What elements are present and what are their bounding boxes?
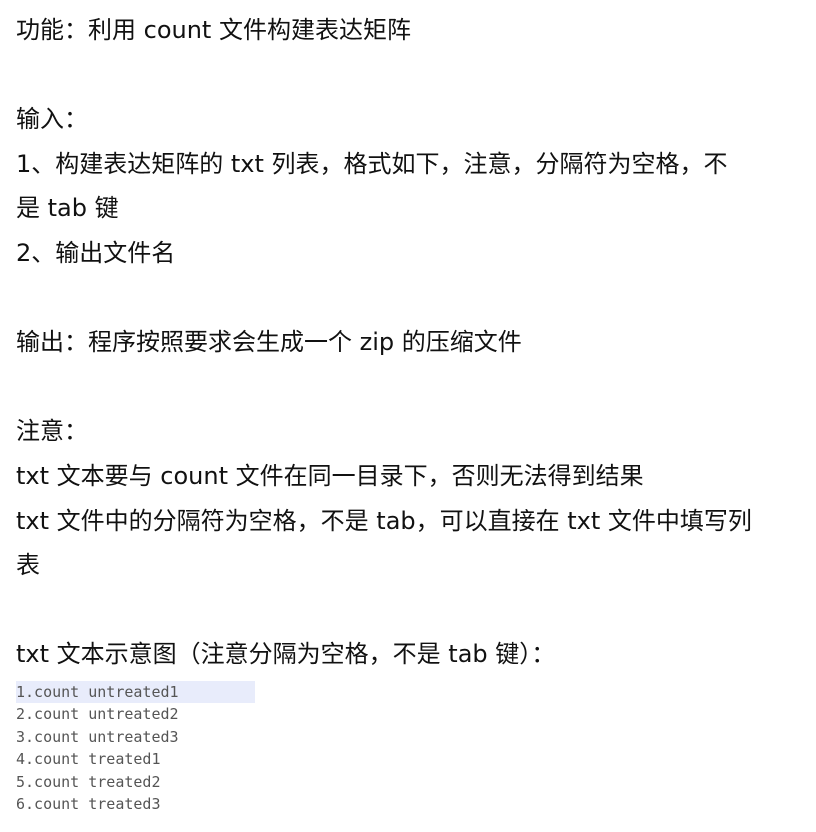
example-file-row: 6.count treated3 (16, 794, 161, 813)
example-file-listing: 1.count untreated1 2.count untreated2 3.… (16, 681, 255, 815)
note-line-1: txt 文本要与 count 文件在同一目录下，否则无法得到结果 (16, 461, 644, 490)
note-heading: 注意： (16, 417, 88, 446)
note-line-2: txt 文件中的分隔符为空格，不是 tab，可以直接在 txt 文件中填写列 (16, 506, 752, 535)
document-body: 功能：利用 count 文件构建表达矩阵 输入： 1、构建表达矩阵的 txt 列… (16, 8, 806, 677)
example-caption: txt 文本示意图（注意分隔为空格，不是 tab 键）： (16, 640, 556, 669)
input-heading: 输入： (16, 105, 88, 134)
example-file-row: 4.count treated1 (16, 750, 161, 769)
note-line-2-continued: 表 (16, 551, 40, 580)
example-file-row: 1.count untreated1 (16, 681, 255, 704)
example-file-row: 5.count treated2 (16, 772, 161, 791)
output-line: 输出：程序按照要求会生成一个 zip 的压缩文件 (16, 328, 522, 357)
input-item-1-line-2: 是 tab 键 (16, 194, 119, 223)
input-item-2: 2、输出文件名 (16, 238, 176, 267)
example-file-row: 3.count untreated3 (16, 727, 179, 746)
example-file-row: 2.count untreated2 (16, 705, 179, 724)
input-item-1-line-1: 1、构建表达矩阵的 txt 列表，格式如下，注意，分隔符为空格，不 (16, 149, 728, 178)
function-line: 功能：利用 count 文件构建表达矩阵 (16, 16, 411, 44)
